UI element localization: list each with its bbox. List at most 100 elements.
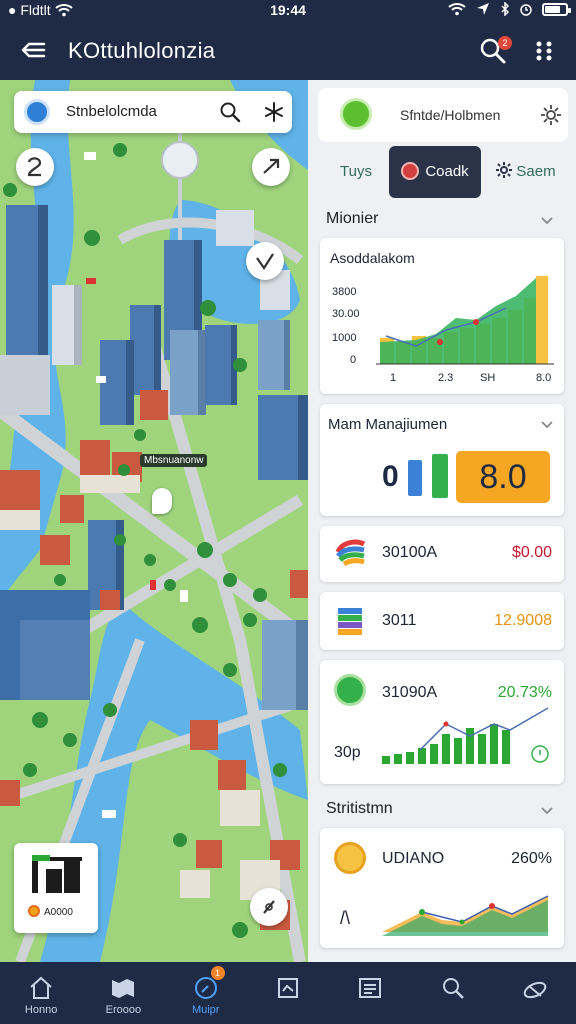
- map-search-bar[interactable]: Stnbelolcmda: [14, 91, 292, 133]
- chevron-down-icon[interactable]: [540, 420, 554, 430]
- zoom-level-button[interactable]: [16, 148, 54, 186]
- home-icon: [30, 976, 52, 999]
- tab-label: Coadk: [425, 163, 469, 180]
- location-arrow-icon: [477, 3, 489, 15]
- y-tick-label: 1000: [332, 332, 357, 344]
- books-icon: [338, 608, 362, 635]
- status-bar: ● Fldtlt 19:44: [0, 0, 576, 22]
- nav-label: Honno: [24, 1004, 58, 1016]
- app-logo-icon: [340, 98, 372, 130]
- panel-header-text: Sfntde/Holbmen: [400, 107, 501, 123]
- map-fold-icon: [112, 979, 135, 998]
- stat-value: 12.9008: [494, 612, 552, 629]
- map-marker-icon[interactable]: [152, 488, 172, 514]
- gear-icon: [496, 162, 513, 178]
- management-big-value: 8.0: [456, 451, 550, 503]
- search-icon[interactable]: [218, 100, 242, 124]
- dashboard-panel: Sfntde/Holbmen Tuys Coadk Saem Mionier A…: [308, 80, 576, 962]
- grid-dots-icon[interactable]: [534, 38, 554, 64]
- satellite-icon: [523, 981, 547, 999]
- map-illustration: [0, 80, 308, 962]
- sparkle-icon[interactable]: [262, 100, 286, 124]
- management-small-value: 0: [382, 460, 399, 493]
- wifi-icon: [448, 3, 466, 16]
- board-icon: [277, 978, 298, 998]
- tab-label: Saem: [516, 163, 556, 180]
- trend-label: 31090A: [382, 684, 438, 701]
- stat-label: 3011: [382, 612, 417, 629]
- coin-icon: [334, 842, 366, 874]
- layers-button[interactable]: [252, 148, 290, 186]
- nav-satellite[interactable]: [494, 962, 576, 1024]
- app-bar: KOttuhlolonzia 2: [0, 22, 576, 80]
- chevron-down-icon[interactable]: [540, 806, 554, 816]
- bluetooth-icon: [501, 2, 510, 16]
- notification-badge: 2: [498, 36, 512, 50]
- nav-label: Eroooo: [105, 1004, 142, 1016]
- y-tick-label: 30.00: [332, 308, 360, 320]
- nav-map[interactable]: Eroooo: [82, 962, 164, 1024]
- city-map[interactable]: Stnbelolcmda Mbsnuanonw A0000: [0, 80, 308, 962]
- nav-search[interactable]: [411, 962, 493, 1024]
- location-target-icon: [401, 162, 420, 180]
- search-icon: [442, 978, 464, 999]
- statistics-area-chart: [382, 895, 549, 936]
- x-tick-label: SH: [480, 372, 496, 384]
- map-search-text: Stnbelolcmda: [66, 103, 157, 120]
- trend-value: 20.73%: [497, 684, 552, 701]
- stack-colorful-icon: [335, 539, 366, 567]
- trend-logo-icon: [334, 674, 366, 706]
- nav-label: Muipr: [191, 1004, 220, 1016]
- management-title: Mam Manajiumen: [328, 416, 448, 433]
- nav-badge: 1: [210, 966, 225, 980]
- stat-label: 30100A: [382, 544, 438, 561]
- settings-gear-icon[interactable]: [540, 104, 562, 126]
- nav-compass[interactable]: 1 Muipr: [165, 962, 247, 1024]
- trend-sub-label: 30p: [334, 744, 361, 761]
- statistics-sub-label: /\: [340, 908, 351, 928]
- location-button[interactable]: [246, 242, 284, 280]
- tab-coadk[interactable]: Coadk: [389, 146, 481, 198]
- area-bar-chart: [376, 276, 554, 365]
- tab-tuys[interactable]: Tuys: [326, 146, 386, 198]
- nav-board[interactable]: [247, 962, 329, 1024]
- battery-icon: [542, 2, 571, 16]
- legend-label: A0000: [44, 907, 73, 918]
- x-tick-label: 2.3: [438, 372, 454, 384]
- location-pin-icon: [24, 99, 50, 125]
- x-tick-label: 8.0: [536, 372, 552, 384]
- management-card[interactable]: Mam Manajiumen 0 8.0: [320, 404, 564, 516]
- green-indicator: [432, 454, 448, 498]
- stat-row[interactable]: 3011 12.9008: [320, 592, 564, 650]
- chart-card[interactable]: Asoddalakom 3800 30.00 1000 0 1 2.3 SH 8…: [320, 238, 564, 394]
- direction-icon: [263, 158, 280, 174]
- blue-indicator: [408, 460, 422, 496]
- compass-button[interactable]: [250, 888, 288, 926]
- map-place-label[interactable]: Mbsnuanonw: [140, 454, 208, 467]
- chevron-down-icon[interactable]: [540, 216, 554, 226]
- map-legend[interactable]: A0000: [14, 843, 98, 933]
- trend-card[interactable]: 31090A 20.73% 30p: [320, 660, 564, 784]
- panel-header: Sfntde/Holbmen: [318, 88, 568, 142]
- nav-home[interactable]: Honno: [0, 962, 82, 1024]
- nav-list[interactable]: [329, 962, 411, 1024]
- section-title-monitor: Mionier: [326, 210, 379, 227]
- statistics-card[interactable]: UDIANO 260% /\: [320, 828, 564, 948]
- bar-chart-icon: [32, 855, 82, 893]
- trend-mini-chart: [382, 707, 549, 764]
- y-tick-label: 3800: [332, 286, 357, 298]
- check-icon: [256, 253, 274, 270]
- statistics-value: 260%: [511, 850, 552, 867]
- app-title: KOttuhlolonzia: [68, 38, 216, 63]
- tab-saem[interactable]: Saem: [490, 146, 562, 198]
- stat-value: $0.00: [511, 544, 552, 561]
- legend-dot-icon: [28, 905, 40, 917]
- y-tick-label: 0: [350, 354, 357, 366]
- section-title-statistics: Stritistmn: [326, 800, 393, 817]
- list-icon: [359, 978, 382, 998]
- back-arrow-icon[interactable]: [20, 38, 46, 62]
- stat-row[interactable]: 30100A $0.00: [320, 526, 564, 582]
- bottom-navigation: Honno Eroooo 1 Muipr: [0, 962, 576, 1024]
- alarm-icon: [520, 4, 532, 16]
- number-two-icon: [27, 157, 42, 177]
